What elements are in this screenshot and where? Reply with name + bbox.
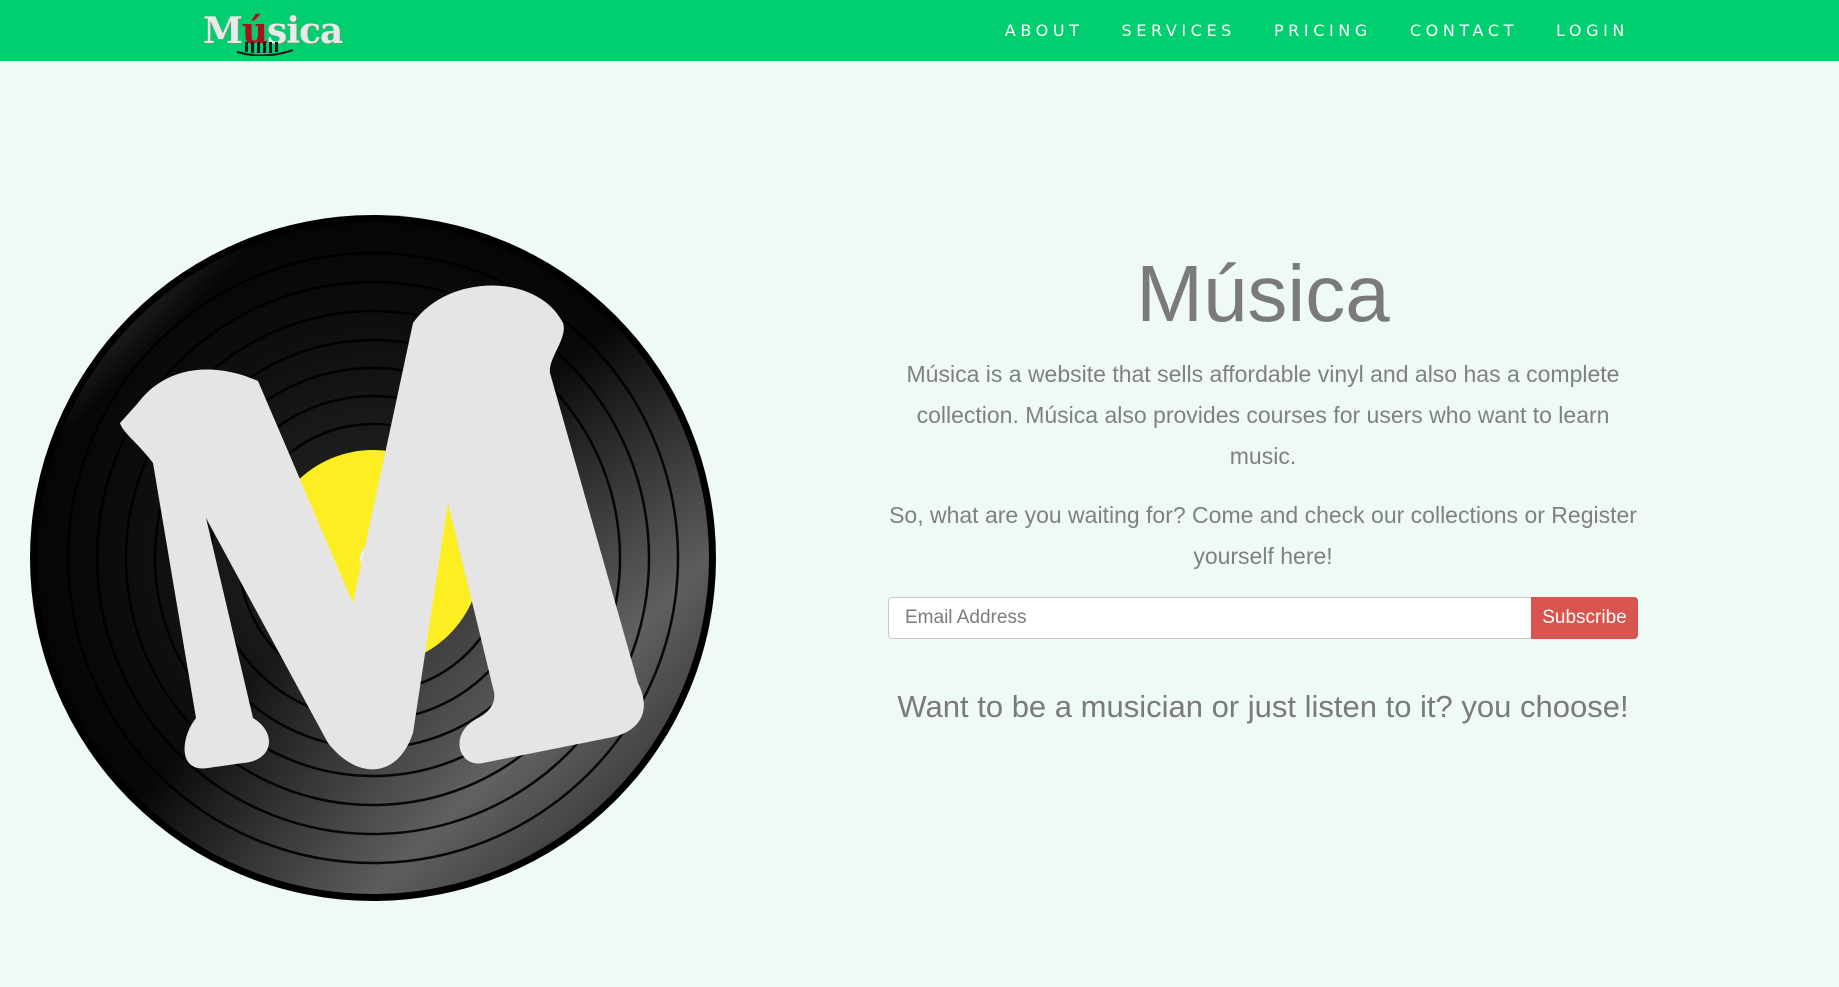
tagline: Want to be a musician or just listen to … bbox=[897, 689, 1629, 724]
nav-link-contact[interactable]: CONTACT bbox=[1410, 21, 1518, 40]
brand-logo[interactable]: Música bbox=[203, 8, 343, 58]
nav-menu: ABOUT SERVICES PRICING CONTACT LOGIN bbox=[1005, 0, 1629, 61]
nav-link-pricing[interactable]: PRICING bbox=[1274, 21, 1372, 40]
top-navbar: Música ABOUT SERVICES PRICING CONTACT LO… bbox=[0, 0, 1839, 61]
nav-link-login[interactable]: LOGIN bbox=[1556, 21, 1629, 40]
nav-link-about[interactable]: ABOUT bbox=[1005, 21, 1084, 40]
subscribe-button[interactable]: Subscribe bbox=[1531, 597, 1638, 639]
email-input[interactable] bbox=[888, 597, 1531, 639]
hero-title: Música bbox=[1136, 249, 1390, 338]
hero-call-to-action: So, what are you waiting for? Come and c… bbox=[889, 502, 1637, 569]
piano-keys-icon bbox=[236, 42, 294, 56]
vinyl-record-m-logo-icon bbox=[30, 215, 716, 901]
hero-section: Música Música is a website that sells af… bbox=[888, 240, 1638, 725]
hero-description: Música is a website that sells affordabl… bbox=[906, 361, 1620, 469]
subscribe-form: Subscribe bbox=[888, 597, 1638, 639]
nav-link-services[interactable]: SERVICES bbox=[1122, 21, 1236, 40]
